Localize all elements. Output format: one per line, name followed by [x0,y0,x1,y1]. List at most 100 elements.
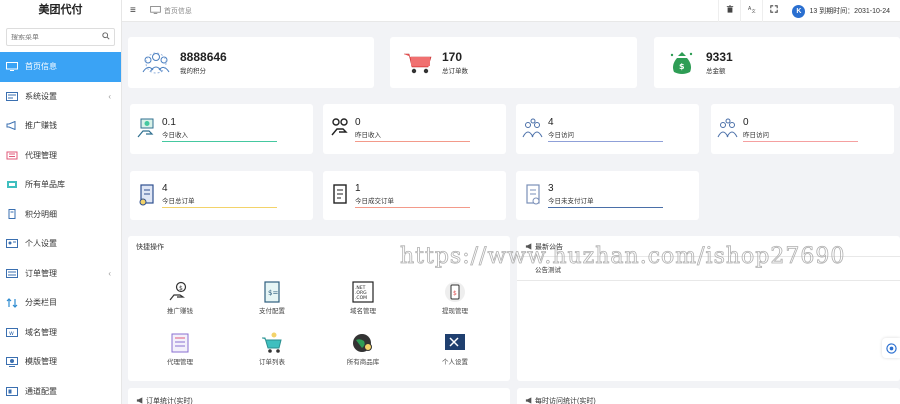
stat-value: 0.1 [162,116,176,128]
sidebar-item[interactable]: 个人设置 [0,229,121,259]
search-icon[interactable] [102,32,110,42]
orders-label: 总订单数 [442,68,468,75]
sidebar-item[interactable]: 订单管理 ‹ [0,259,121,289]
payment-doc-icon: $= [242,281,302,303]
sidebar-item[interactable]: 所有单品库 [0,170,121,200]
order-stats-title: 订单统计(实时) [146,398,193,404]
quick-action-label: 支付配置 [259,308,285,315]
monitor-icon [150,5,161,16]
quick-action-label: 提现管理 [442,308,468,315]
order-stats-panel: 订单统计(实时) [128,388,510,404]
sidebar-item[interactable]: 代理管理 [0,141,121,171]
stat-value: 4 [548,116,554,128]
stat-value: 1 [355,183,361,194]
stat-value: 0 [355,116,361,128]
sidebar-item[interactable]: w 域名管理 [0,318,121,348]
sidebar-item[interactable]: 分类栏目 [0,288,121,318]
quick-action-label: 域名管理 [350,308,376,315]
menu-search-input[interactable] [11,33,102,41]
stat-card-points: 8888646 我的积分 [128,37,374,88]
user-settings-icon [6,239,18,249]
stat-label: 今日总订单 [162,198,195,205]
watermark-text: https://www.huzhan.com/ishop27690 [400,244,846,270]
order-done-icon [329,183,351,209]
quick-action-item[interactable]: $ 提现管理 [425,281,485,315]
stat-label: 今日成交订单 [355,198,394,205]
fullscreen-icon[interactable] [762,0,784,22]
stat-label: 昨日访问 [743,131,769,139]
sidebar-item[interactable]: 推广赚钱 [0,111,121,141]
phone-money-icon: $ [425,281,485,303]
stat-underline [355,140,470,142]
sidebar-item[interactable]: 首页信息 [0,52,121,82]
stat-underline [548,207,663,208]
stat-label: 昨日收入 [355,131,381,139]
sidebar-item-label: 积分明细 [25,209,57,219]
visit-stats-panel: 每时访问统计(实时) [517,388,900,404]
quick-action-label: 订单列表 [259,359,285,366]
menu-toggle-icon[interactable]: ≡ [130,5,136,16]
sidebar-item[interactable]: 系统设置 ‹ [0,82,121,112]
hand-coin-icon: $ [150,281,210,303]
monitor-icon [6,62,18,72]
expire-date-text: 13 到期时间：2031-10-24 [809,8,890,15]
stat-label: 今日收入 [162,131,188,139]
sidebar-item-label: 首页信息 [25,62,57,72]
floating-chat-icon[interactable] [882,338,900,358]
stat-card-amount: $ 9331 总金额 [654,37,900,88]
quick-action-item[interactable]: 代理管理 [150,332,210,366]
stat-underline [743,140,858,142]
yesterday-visitors-icon [717,116,739,142]
menu-search-box[interactable] [6,28,115,46]
stat-underline [355,207,470,208]
quick-action-item[interactable]: $ 推广赚钱 [150,281,210,315]
chevron-left-icon: ‹ [108,268,111,278]
sidebar-item-label: 模版管理 [25,357,57,367]
trash-icon[interactable] [718,0,740,22]
stat-card: 0.1 今日收入 [130,104,313,154]
stat-card-orders: 170 总订单数 [390,37,637,88]
people-icon [140,48,172,78]
sidebar-item-label: 所有单品库 [25,180,65,190]
avatar[interactable]: K [792,4,806,18]
quick-action-item[interactable]: .NET .ORG .COM 域名管理 [333,281,393,315]
amount-label: 总金额 [706,68,726,75]
stat-label: 今日未支付订单 [548,198,594,205]
sidebar-item[interactable]: 通道配置 [0,377,121,404]
category-icon [6,297,18,308]
sidebar-menu: 首页信息系统设置 ‹ 推广赚钱 代理管理所有单品库积分明细个人设置 订单管理 ‹ 分类栏目 w… [0,52,121,404]
sidebar-item[interactable]: 模版管理 [0,347,121,377]
order-stats-title-row: 订单统计(实时) [128,388,510,404]
order-icon [6,268,18,278]
svg-text:文: 文 [752,8,756,13]
quick-action-item[interactable]: 所有商品库 [333,332,393,366]
quick-action-label: 所有商品库 [346,359,380,366]
quick-action-item[interactable]: 订单列表 [242,332,302,366]
sidebar: 美团代付 首页信息系统设置 ‹ 推广赚钱代理管理所有单品库积分明细个人设置订单管理 ‹… [0,0,122,404]
agent-icon [6,150,18,160]
svg-text:$: $ [679,62,685,71]
sidebar-item-label: 系统设置 [25,91,57,101]
template-icon [6,356,18,367]
orders-value: 170 [442,50,463,64]
stat-underline [162,140,277,142]
breadcrumb-tab[interactable]: 首页信息 [150,5,192,16]
stat-label: 今日访问 [548,131,574,139]
sidebar-item[interactable]: 积分明细 [0,200,121,230]
stat-value: 0 [743,116,749,128]
quick-action-label: 推广赚钱 [167,308,193,315]
svg-text:$: $ [453,290,457,297]
topbar: ≡ 首页信息 A文 K 13 到期时间：2031-10-24 [122,0,900,22]
breadcrumb-label: 首页信息 [163,7,192,15]
agent-list-icon [150,332,210,354]
amount-value: 9331 [706,50,733,64]
quick-action-item[interactable]: 个人设置 [425,332,485,366]
stat-card: 3 今日未支付订单 [516,171,699,220]
stat-underline [162,207,277,208]
chevron-left-icon: ‹ [108,91,111,101]
quick-action-item[interactable]: $= 支付配置 [242,281,302,315]
translate-icon[interactable]: A文 [740,0,762,22]
points-value: 8888646 [180,50,227,64]
sidebar-item-label: 分类栏目 [25,298,57,308]
settings-icon [6,91,18,101]
